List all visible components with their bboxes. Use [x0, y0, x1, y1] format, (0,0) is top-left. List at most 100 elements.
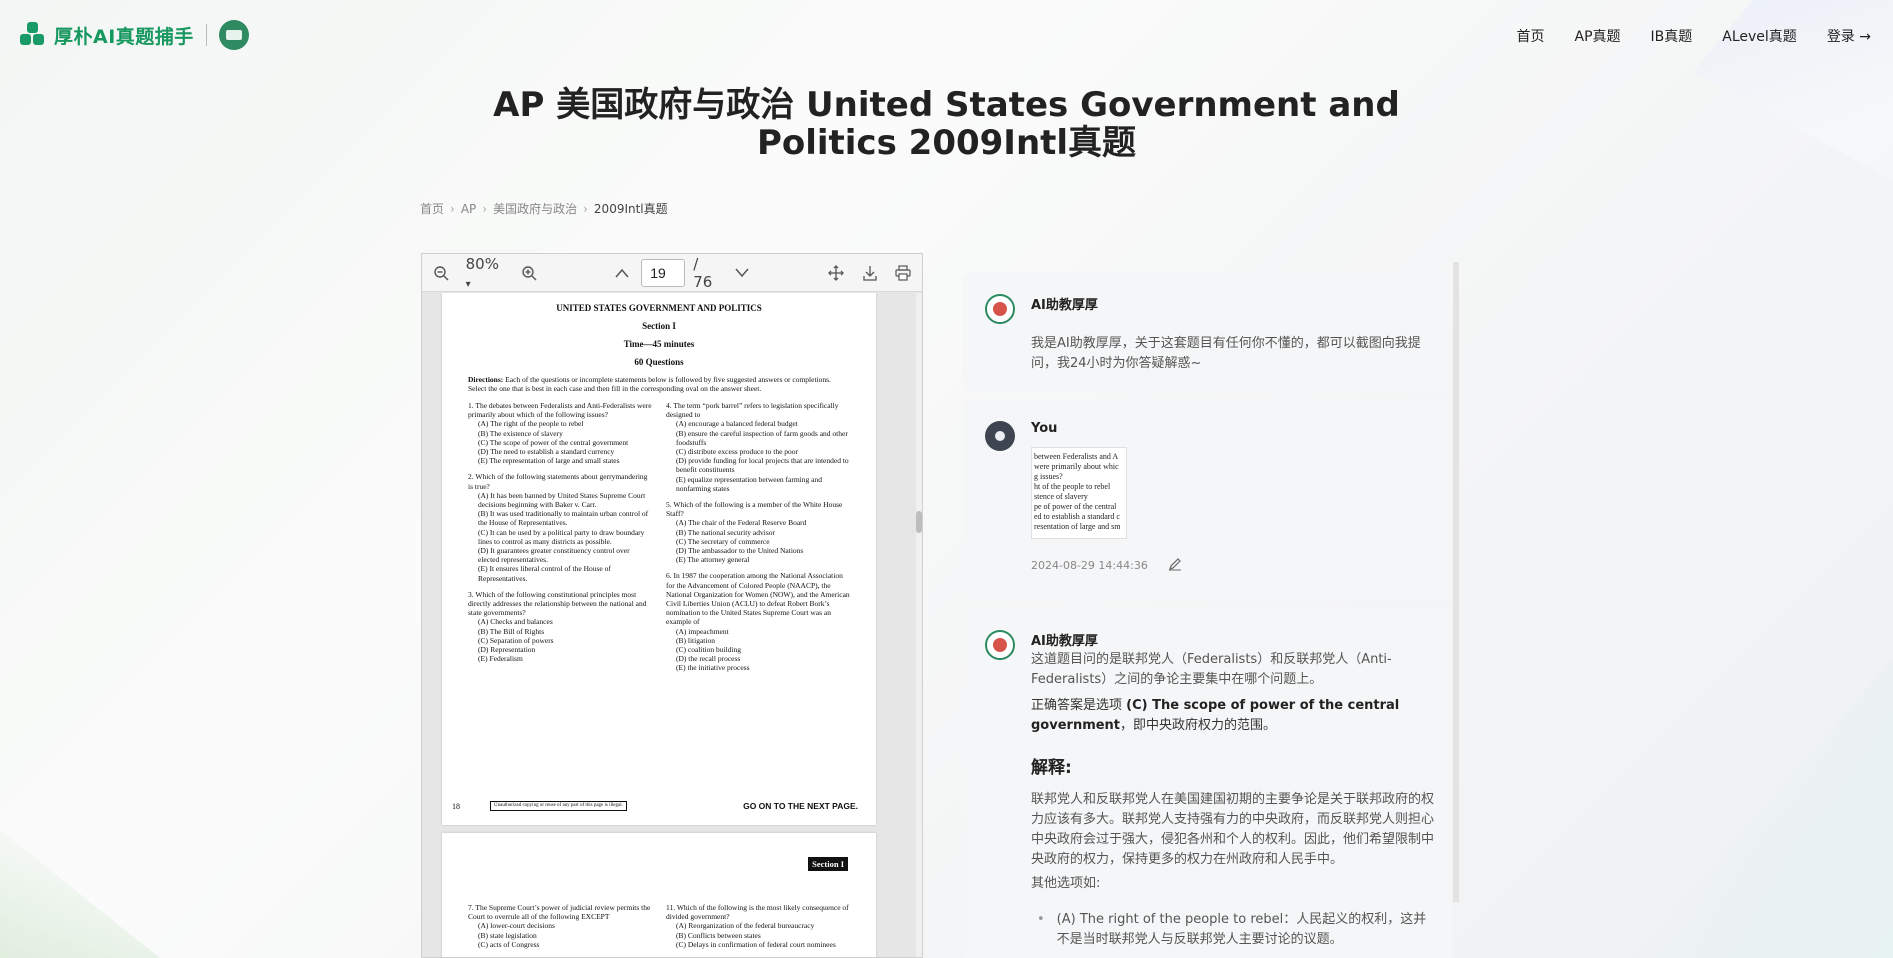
pdf-pages[interactable]: UNITED STATES GOVERNMENT AND POLITICS Se… — [422, 293, 922, 957]
breadcrumb-ap[interactable]: AP — [461, 202, 476, 216]
question-text: 5. Which of the following is a member of… — [666, 500, 843, 519]
zoom-in-icon[interactable] — [518, 262, 540, 284]
option: (C) coalition building — [676, 645, 741, 655]
option: (A) Reorganization of the federal bureau… — [676, 921, 815, 931]
question: 5. Which of the following is a member of… — [666, 500, 850, 564]
timestamp: 2024-08-29 14:44:36 — [1031, 559, 1148, 572]
question-text: 6. In 1987 the cooperation among the Nat… — [666, 571, 850, 627]
option: (C) Separation of powers — [478, 635, 554, 645]
doc-directions: Directions: Each of the questions or inc… — [468, 375, 850, 393]
option: (B) ensure the careful inspection of far… — [676, 428, 848, 447]
sender-name: You — [1031, 421, 1058, 436]
question-text: 1. The debates between Federalists and A… — [468, 401, 652, 420]
thumb-line: pe of power of the central — [1034, 502, 1117, 511]
chevron-right-icon: › — [583, 201, 588, 216]
pan-move-icon[interactable] — [825, 262, 847, 284]
nav-home[interactable]: 首页 — [1517, 26, 1545, 46]
logo[interactable]: 厚朴AI真题捕手 — [20, 20, 249, 50]
doc-footer: 18 Unauthorized copying or reuse of any … — [452, 801, 858, 811]
nav-alevel[interactable]: ALevel真题 — [1722, 26, 1797, 46]
option: (A) It has been banned by United States … — [478, 490, 646, 510]
thumb-line: between Federalists and A — [1034, 452, 1119, 461]
edit-pencil-icon[interactable] — [1168, 557, 1182, 575]
question-text: 2. Which of the following statements abo… — [468, 472, 648, 491]
option: (B) It was used traditionally to maintai… — [478, 509, 649, 528]
question-text: 11. Which of the following is the most l… — [666, 903, 849, 922]
zoom-out-icon[interactable] — [430, 262, 452, 284]
option: (C) acts of Congress — [478, 939, 540, 949]
site-header: 厚朴AI真题捕手 首页 AP真题 IB真题 ALevel真题 登录 → — [0, 0, 1893, 70]
zoom-value: 80% — [465, 254, 499, 273]
chevron-right-icon: › — [482, 201, 488, 216]
caret-down-icon: ▾ — [465, 278, 471, 290]
thumb-line: ht of the people to rebel — [1034, 482, 1111, 491]
option: (C) It can be used by a political party … — [478, 527, 645, 546]
chat-message-user: You between Federalists and A were prima… — [963, 399, 1452, 599]
option: (E) the initiative process — [676, 663, 750, 673]
brand-name: 厚朴AI真题捕手 — [54, 25, 194, 48]
answer-line: 正确答案是选项 (C) The scope of power of the ce… — [1031, 696, 1436, 736]
scrollbar-thumb[interactable] — [916, 511, 922, 533]
doc-header: UNITED STATES GOVERNMENT AND POLITICS — [556, 303, 762, 313]
option: (A) lower-court decisions — [478, 921, 555, 931]
nav-ib[interactable]: IB真题 — [1651, 26, 1693, 46]
option: (E) equalize representation between farm… — [676, 474, 822, 493]
pdf-scrollbar[interactable] — [916, 293, 922, 957]
pdf-page: Section I 7. The Supreme Court’s power o… — [442, 833, 876, 957]
download-icon[interactable] — [859, 262, 881, 284]
option: (B) The Bill of Rights — [478, 626, 545, 636]
option-a-text: (A) The right of the people to rebel：人民起… — [1056, 912, 1427, 947]
login-link[interactable]: 登录 → — [1827, 26, 1871, 46]
next-page-icon[interactable] — [732, 262, 754, 284]
option: (D) the recall process — [676, 654, 741, 664]
doc-column-left: 7. The Supreme Court’s power of judicial… — [468, 903, 652, 949]
question-text: 3. Which of the following constitutional… — [468, 589, 647, 618]
option: (A) The right of the people to rebel — [478, 419, 584, 429]
option: (A) encourage a balanced federal budget — [676, 419, 798, 429]
zoom-select[interactable]: 80% ▾ — [466, 255, 508, 291]
pdf-page: UNITED STATES GOVERNMENT AND POLITICS Se… — [442, 293, 876, 825]
prev-page-icon[interactable] — [612, 262, 634, 284]
page-title: AP 美国政府与政治 United States Government and … — [0, 86, 1893, 162]
background-shape — [1633, 658, 1893, 958]
message-text: 我是AI助教厚厚，关于这套题目有任何你不懂的，都可以截图向我提问，我24小时为你… — [1031, 336, 1421, 371]
nav-ap[interactable]: AP真题 — [1575, 26, 1621, 46]
option-explanation: • (A) The right of the people to rebel：人民… — [1031, 910, 1436, 950]
chat-message-ai: AI助教厚厚 这道题目问的是联邦党人（Federalists）和反联邦党人（An… — [963, 608, 1452, 958]
page-title-line2: Politics 2009Intl真题 — [756, 123, 1137, 163]
doc-questions: 7. The Supreme Court’s power of judicial… — [468, 903, 850, 949]
doc-section-tag: Section I — [808, 857, 848, 871]
breadcrumb-home[interactable]: 首页 — [420, 200, 444, 217]
pdf-toolbar: 80% ▾ / 76 — [422, 254, 922, 292]
doc-section: Section I — [642, 321, 676, 331]
chevron-right-icon: › — [450, 201, 455, 216]
screenshot-thumbnail[interactable]: between Federalists and A were primarily… — [1031, 447, 1127, 539]
chat-message-ai: AI助教厚厚 我是AI助教厚厚，关于这套题目有任何你不懂的，都可以截图向我提问，… — [963, 272, 1452, 391]
print-icon[interactable] — [892, 262, 914, 284]
option: (B) The existence of slavery — [478, 428, 563, 438]
option: (C) The scope of power of the central go… — [478, 437, 629, 447]
answer-suffix: ，即中央政府权力的范围。 — [1120, 718, 1277, 733]
question-text: 4. The term “pork barrel” refers to legi… — [666, 401, 839, 420]
background-shape — [0, 830, 160, 958]
doc-page-number: 18 — [452, 801, 460, 811]
option: (C) The secretary of commerce — [676, 536, 770, 546]
user-avatar-icon — [985, 421, 1015, 451]
logo-cubes-icon — [20, 22, 46, 48]
option: (D) It guarantees greater constituency c… — [478, 546, 630, 565]
page-number-input[interactable] — [641, 258, 686, 287]
explain-heading: 解释: — [1031, 758, 1072, 778]
option: (E) It ensures liberal control of the Ho… — [478, 564, 611, 583]
chat-panel: AI助教厚厚 我是AI助教厚厚，关于这套题目有任何你不懂的，都可以截图向我提问，… — [957, 262, 1459, 958]
option: (D) The need to establish a standard cur… — [478, 447, 615, 457]
question-text: 7. The Supreme Court’s power of judicial… — [468, 903, 651, 922]
thumb-line: resentation of large and sm — [1034, 522, 1121, 531]
option: (B) Conflicts between states — [676, 930, 761, 940]
option: (D) Representation — [478, 645, 536, 655]
ai-avatar-icon — [985, 630, 1015, 660]
breadcrumb-subject[interactable]: 美国政府与政治 — [493, 200, 577, 217]
doc-column-left: 1. The debates between Federalists and A… — [468, 401, 652, 680]
divider — [205, 24, 207, 46]
doc-column-right: 4. The term “pork barrel” refers to legi… — [666, 401, 850, 680]
option: (D) The ambassador to the United Nations — [676, 546, 804, 556]
